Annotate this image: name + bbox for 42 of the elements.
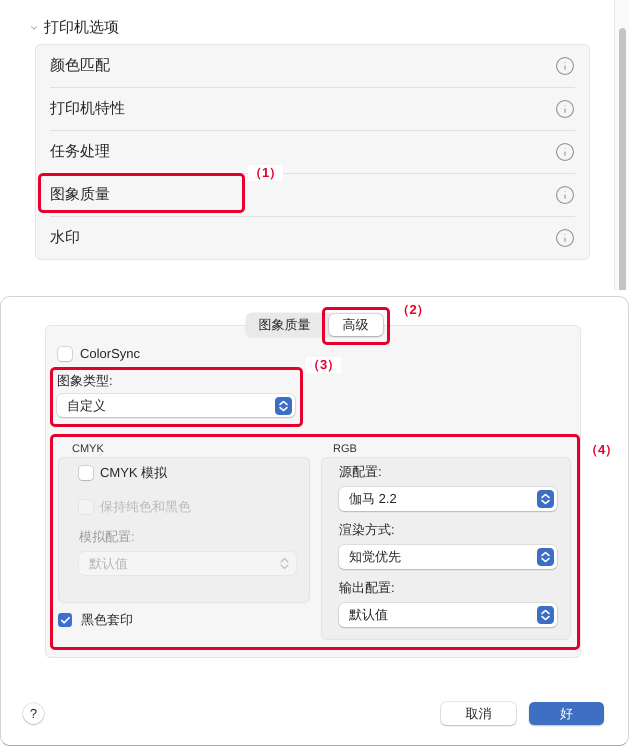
stepper-icon [537, 548, 554, 566]
stepper-icon [275, 396, 292, 414]
dropdown[interactable]: 知觉优先 [339, 545, 557, 569]
checkbox-label: CMYK 模拟 [100, 465, 168, 481]
info-icon[interactable] [555, 142, 575, 162]
info-icon[interactable] [555, 228, 575, 248]
stepper-icon [537, 490, 554, 508]
list-item[interactable]: 打印机特性 [50, 99, 125, 119]
field-label: 图象类型: [57, 373, 114, 389]
callout-label: （3） [306, 357, 342, 373]
field-label: 输出配置: [339, 580, 396, 596]
scrollbar-thumb[interactable] [618, 28, 626, 290]
group-title: RGB [332, 442, 358, 457]
list-item[interactable]: 颜色匹配 [50, 56, 110, 76]
tab[interactable]: 高级 [328, 314, 382, 336]
list-item[interactable]: 图象质量 [50, 185, 110, 205]
field-label: 源配置: [339, 464, 383, 480]
section-title: 打印机选项 [44, 18, 119, 38]
checkbox[interactable] [58, 613, 72, 627]
checkbox-label: 黑色套印 [81, 612, 133, 628]
help-button[interactable]: ? [23, 703, 44, 724]
field-label: 渲染方式: [339, 522, 396, 538]
checkbox[interactable] [79, 466, 93, 480]
field-label: 模拟配置: [79, 529, 136, 545]
dropdown[interactable]: 自定义 [57, 394, 295, 417]
tab[interactable]: 图象质量 [246, 314, 322, 336]
cancel-button[interactable]: 取消 [441, 702, 516, 725]
checkmark-icon [60, 614, 70, 626]
info-icon[interactable] [555, 99, 575, 119]
stepper-icon [280, 557, 289, 570]
checkbox-label: ColorSync [80, 346, 140, 362]
ok-button[interactable]: 好 [529, 702, 604, 725]
group-title: CMYK [71, 442, 105, 457]
dropdown[interactable]: 默认值 [339, 603, 557, 627]
checkbox[interactable] [58, 347, 72, 361]
list-item[interactable]: 水印 [50, 228, 80, 248]
list-item[interactable]: 任务处理 [50, 142, 110, 162]
callout-label: （1） [248, 165, 284, 181]
info-icon[interactable] [555, 185, 575, 205]
info-icon[interactable] [555, 56, 575, 76]
dropdown[interactable]: 伽马 2.2 [339, 487, 557, 511]
stepper-icon [537, 606, 554, 624]
